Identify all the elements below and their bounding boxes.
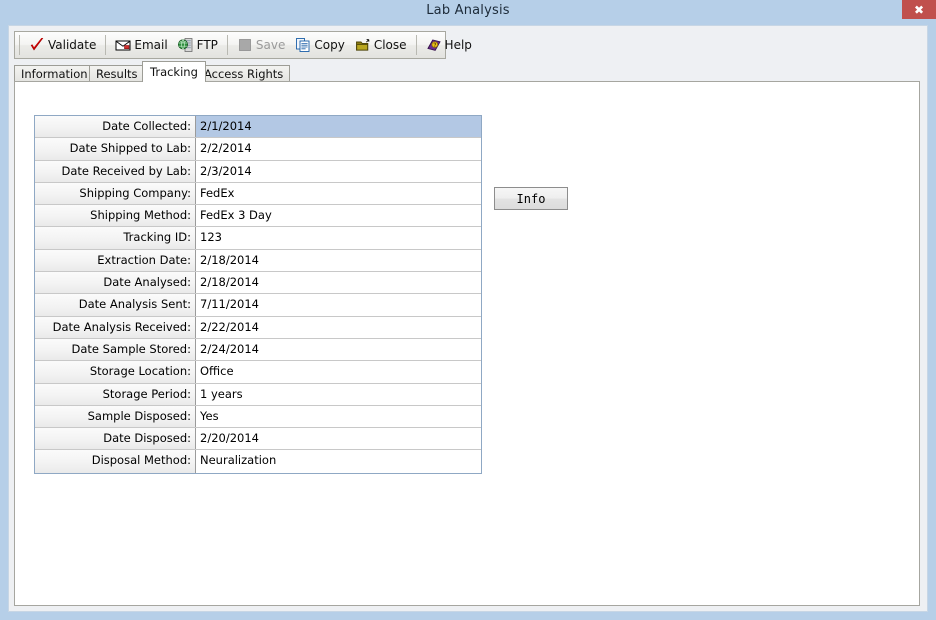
row-label: Shipping Company:: [35, 182, 196, 205]
toolbar-separator: [105, 35, 107, 55]
help-button[interactable]: Help: [421, 32, 477, 58]
row-value[interactable]: 2/20/2014: [196, 428, 481, 450]
row-label: Tracking ID:: [35, 227, 196, 249]
row-label: Date Analysis Sent:: [35, 294, 196, 316]
close-record-button[interactable]: Close: [350, 32, 412, 58]
info-button[interactable]: Info: [494, 187, 568, 210]
row-value[interactable]: 2/24/2014: [196, 338, 481, 361]
save-label: Save: [255, 38, 286, 52]
row-value[interactable]: Neuralization: [196, 450, 481, 473]
table-row[interactable]: Tracking ID: 123: [35, 227, 481, 250]
copy-button[interactable]: Copy: [290, 32, 349, 58]
envelope-icon: [115, 37, 131, 53]
validate-label: Validate: [48, 38, 97, 52]
table-row[interactable]: Date Analysed: 2/18/2014: [35, 272, 481, 295]
row-label: Extraction Date:: [35, 249, 196, 272]
table-row[interactable]: Date Collected: 2/1/2014: [35, 116, 481, 139]
tracking-tab-page: Date Collected: 2/1/2014 Date Shipped to…: [14, 81, 920, 606]
title-bar: Lab Analysis ✖: [0, 0, 936, 22]
application-window: Lab Analysis ✖ Validate Email FTP Save C…: [0, 0, 936, 620]
tracking-property-grid: Date Collected: 2/1/2014 Date Shipped to…: [34, 115, 482, 474]
table-row[interactable]: Date Disposed: 2/20/2014: [35, 428, 481, 451]
tab-results[interactable]: Results: [89, 65, 145, 82]
table-row[interactable]: Shipping Method: FedEx 3 Day: [35, 205, 481, 228]
table-row[interactable]: Date Analysis Sent: 7/11/2014: [35, 294, 481, 317]
ftp-label: FTP: [196, 38, 218, 52]
table-row[interactable]: Extraction Date: 2/18/2014: [35, 249, 481, 273]
help-book-icon: [426, 37, 442, 53]
table-row[interactable]: Shipping Company: FedEx: [35, 182, 481, 206]
validate-button[interactable]: Validate: [24, 32, 101, 58]
close-button[interactable]: ✖: [902, 0, 936, 19]
table-row[interactable]: Sample Disposed: Yes: [35, 405, 481, 429]
table-row[interactable]: Storage Period: 1 years: [35, 383, 481, 406]
table-row[interactable]: Date Analysis Received: 2/22/2014: [35, 316, 481, 339]
row-label: Sample Disposed:: [35, 405, 196, 428]
toolbar-separator: [415, 35, 417, 55]
row-label: Date Analysis Received:: [35, 316, 196, 338]
row-label: Disposal Method:: [35, 450, 196, 473]
tab-tracking[interactable]: Tracking: [142, 61, 206, 82]
row-value[interactable]: Yes: [196, 405, 481, 428]
row-label: Storage Location:: [35, 361, 196, 383]
toolbar-separator: [19, 35, 20, 55]
open-folder-icon: [355, 37, 371, 53]
row-label: Storage Period:: [35, 383, 196, 405]
row-label: Date Sample Stored:: [35, 338, 196, 361]
close-record-label: Close: [373, 38, 407, 52]
row-value[interactable]: FedEx 3 Day: [196, 205, 481, 227]
row-value[interactable]: Office: [196, 361, 481, 383]
row-value[interactable]: FedEx: [196, 182, 481, 205]
row-label: Date Shipped to Lab:: [35, 138, 196, 160]
checkmark-icon: [29, 37, 45, 53]
toolbar: Validate Email FTP Save Copy Close Help: [14, 31, 472, 59]
client-area: Validate Email FTP Save Copy Close Help …: [8, 25, 928, 612]
tab-access-rights[interactable]: Access Rights: [197, 65, 291, 82]
table-row[interactable]: Date Shipped to Lab: 2/2/2014: [35, 138, 481, 161]
row-value[interactable]: 2/1/2014: [196, 116, 481, 138]
tab-information[interactable]: Information: [14, 65, 95, 82]
toolbar-separator: [226, 35, 228, 55]
row-value[interactable]: 2/22/2014: [196, 316, 481, 338]
row-label: Date Collected:: [35, 116, 196, 138]
tab-strip: Information Results Tracking Access Righ…: [14, 61, 922, 82]
row-value[interactable]: 2/3/2014: [196, 160, 481, 182]
table-row[interactable]: Disposal Method: Neuralization: [35, 450, 481, 473]
row-value[interactable]: 2/2/2014: [196, 138, 481, 160]
row-value[interactable]: 1 years: [196, 383, 481, 405]
ftp-button[interactable]: FTP: [173, 32, 223, 58]
close-icon: ✖: [913, 2, 925, 17]
save-icon: [237, 37, 253, 53]
save-button[interactable]: Save: [232, 32, 290, 58]
server-globe-icon: [177, 37, 194, 53]
row-label: Date Received by Lab:: [35, 160, 196, 182]
copy-pages-icon: [295, 37, 311, 53]
table-row[interactable]: Date Sample Stored: 2/24/2014: [35, 338, 481, 362]
email-button[interactable]: Email: [110, 32, 172, 58]
row-label: Date Analysed:: [35, 272, 196, 294]
row-label: Shipping Method:: [35, 205, 196, 227]
row-value[interactable]: 2/18/2014: [196, 249, 481, 272]
email-label: Email: [134, 38, 168, 52]
row-value[interactable]: 123: [196, 227, 481, 249]
table-row[interactable]: Date Received by Lab: 2/3/2014: [35, 160, 481, 183]
row-value[interactable]: 2/18/2014: [196, 272, 481, 294]
copy-label: Copy: [314, 38, 345, 52]
table-row[interactable]: Storage Location: Office: [35, 361, 481, 384]
window-title: Lab Analysis: [426, 3, 510, 18]
help-label: Help: [444, 38, 472, 52]
row-value[interactable]: 7/11/2014: [196, 294, 481, 316]
row-label: Date Disposed:: [35, 428, 196, 450]
